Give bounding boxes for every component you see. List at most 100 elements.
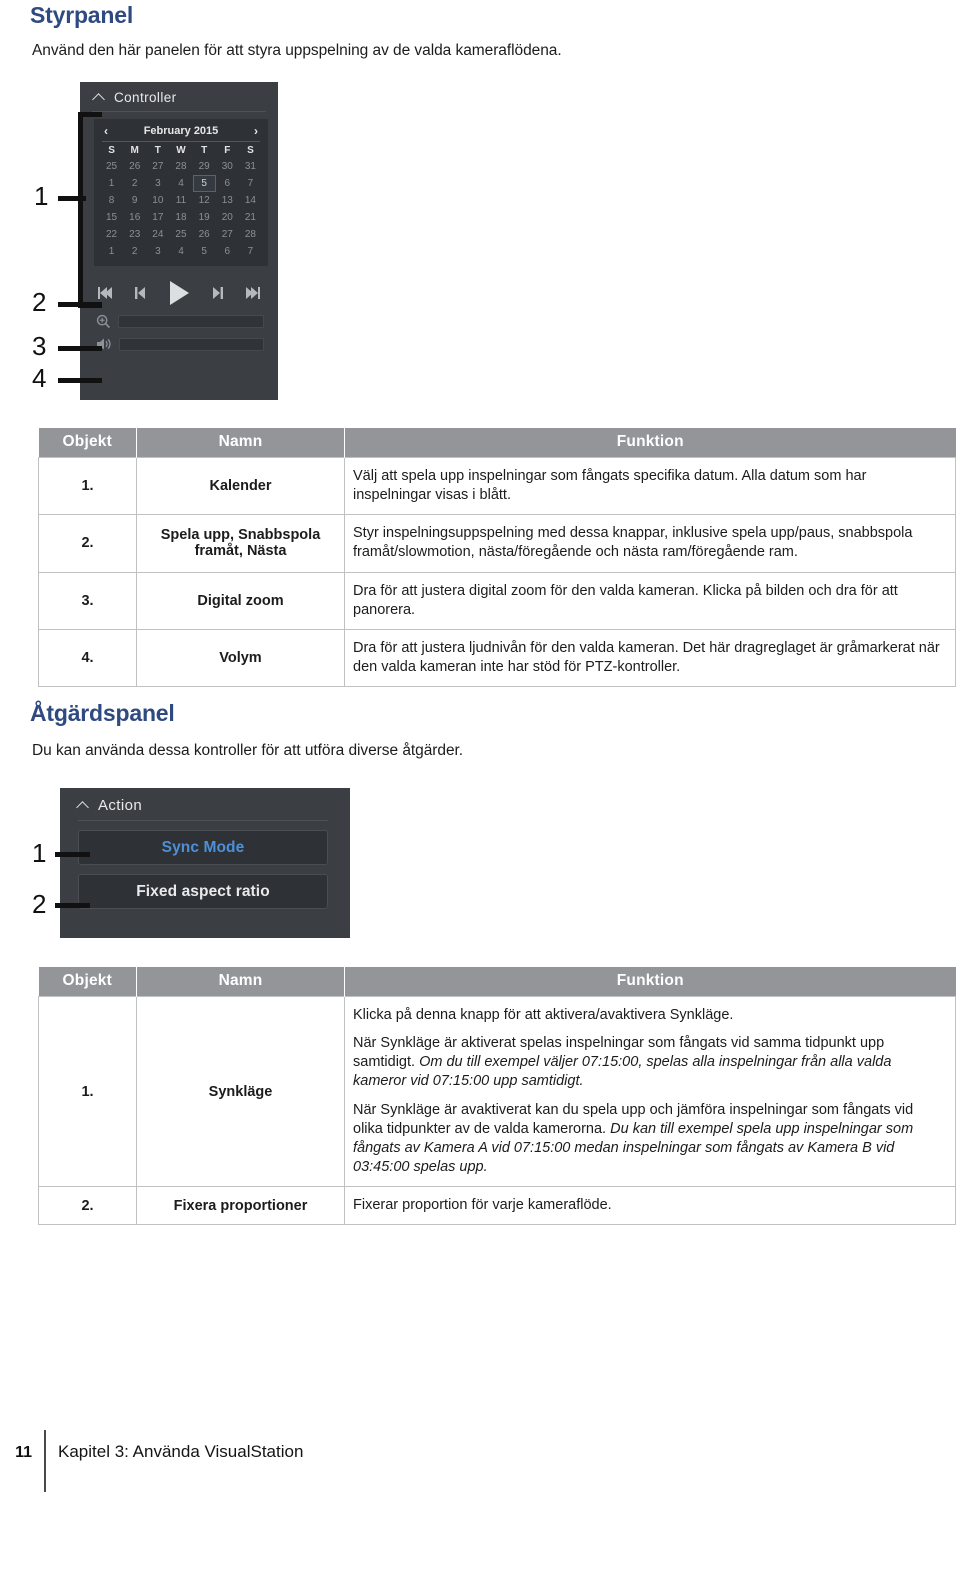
calendar-day-cell[interactable]: 12 [193, 192, 216, 209]
calendar-day-cell[interactable]: 22 [100, 226, 123, 243]
footer-divider [44, 1430, 46, 1492]
calendar-week-row: 1234567 [100, 243, 262, 260]
calendar-day-cell[interactable]: 1 [100, 243, 123, 260]
body-text: Dra för att justera digital zoom för den… [353, 582, 898, 618]
calendar-day-cell[interactable]: 23 [123, 226, 146, 243]
cell-item-number: 1. [38, 996, 137, 1187]
cell-item-number: 4. [38, 628, 137, 688]
calendar-day-cell[interactable]: 15 [100, 209, 123, 226]
callout-bracket-1 [78, 112, 102, 308]
calendar-next-month-button[interactable]: › [254, 125, 258, 137]
previous-frame-icon[interactable] [135, 287, 146, 299]
next-frame-icon[interactable] [212, 287, 223, 299]
calendar-day-cell[interactable]: 31 [239, 158, 262, 175]
table-row: 2. Spela upp, Snabbspola framåt, Nästa Sty… [38, 514, 956, 573]
calendar-day-cell[interactable]: 25 [169, 226, 192, 243]
footer-chapter-text: Kapitel 3: Använda VisualStation [58, 1442, 304, 1461]
controller-panel-header: Controller [80, 82, 278, 111]
calendar-day-cell[interactable]: 28 [169, 158, 192, 175]
play-icon[interactable] [167, 280, 191, 306]
calendar-day-cell[interactable]: 4 [169, 243, 192, 260]
calendar-day-cell[interactable]: 7 [239, 175, 262, 192]
calendar-day-cell[interactable]: 25 [100, 158, 123, 175]
cell-item-number: 1. [38, 456, 137, 516]
calendar-divider [102, 141, 260, 142]
digital-zoom-slider[interactable] [118, 315, 264, 328]
calendar-day-cell[interactable]: 28 [239, 226, 262, 243]
function-paragraph: Klicka på denna knapp för att aktivera/a… [353, 1006, 947, 1025]
cell-item-number: 2. [38, 514, 137, 573]
fixed-aspect-ratio-button[interactable]: Fixed aspect ratio [78, 874, 328, 909]
cell-item-name: Kalender [136, 456, 345, 516]
body-text: Klicka på denna knapp för att aktivera/a… [353, 1007, 734, 1023]
calendar-day-cell[interactable]: 26 [193, 226, 216, 243]
calendar-day-cell[interactable]: 2 [123, 175, 146, 192]
calendar-day-cell[interactable]: 16 [123, 209, 146, 226]
callout-number-1: 1 [34, 181, 49, 211]
digital-zoom-slider-row [80, 310, 278, 333]
calendar-week-row: 25 26 27 28 29 30 31 [100, 158, 262, 175]
calendar-weekday-6: S [247, 145, 254, 156]
callout-line-action-2 [55, 903, 90, 908]
table-row: 1. Synkläge Klicka på denna knapp för att … [38, 996, 956, 1187]
calendar-day-cell[interactable]: 29 [193, 158, 216, 175]
table-header-objekt: Objekt [38, 428, 137, 458]
calendar-day-cell[interactable]: 3 [146, 243, 169, 260]
calendar-day-cell[interactable]: 4 [169, 175, 192, 192]
callout-line-3 [58, 346, 102, 351]
calendar-day-cell[interactable]: 5 [193, 243, 216, 260]
action-panel-screenshot: Action Sync Mode Fixed aspect ratio [60, 788, 350, 938]
callout-line-2 [58, 302, 102, 307]
calendar-prev-month-button[interactable]: ‹ [104, 125, 108, 137]
calendar-day-cell[interactable]: 27 [216, 226, 239, 243]
table-header-row: Objekt Namn Funktion [38, 428, 956, 458]
calendar-day-cell[interactable]: 9 [123, 192, 146, 209]
calendar-day-cell[interactable]: 10 [146, 192, 169, 209]
emphasis-text: Om du till exempel väljer 07:15:00, spel… [353, 1054, 892, 1090]
calendar-grid: SMTWTFS 25 26 27 28 29 30 31 1 2 3 4 5 6 7 8 9 10 11 12 13 1… [100, 144, 262, 260]
calendar-widget[interactable]: ‹ February 2015 › SMTWTFS 25 26 27 28 29 30 31… [94, 119, 268, 266]
chevron-up-icon[interactable] [94, 92, 105, 103]
calendar-day-cell[interactable]: 3 [146, 175, 169, 192]
calendar-day-cell[interactable]: 8 [100, 192, 123, 209]
calendar-day-cell[interactable]: 14 [239, 192, 262, 209]
calendar-day-cell[interactable]: 24 [146, 226, 169, 243]
calendar-day-cell[interactable]: 13 [216, 192, 239, 209]
table-header-row: Objekt Namn Funktion [38, 967, 956, 997]
calendar-day-cell[interactable]: 27 [146, 158, 169, 175]
callout-number-2: 2 [32, 287, 47, 317]
calendar-day-cell[interactable]: 6 [216, 175, 239, 192]
chevron-up-icon[interactable] [78, 800, 89, 811]
callout-line-action-1 [55, 852, 90, 857]
calendar-day-cell[interactable]: 20 [216, 209, 239, 226]
table-row: 1. Kalender Välj att spela upp inspelninga… [38, 456, 956, 516]
callout-line-1 [58, 196, 86, 201]
calendar-day-cell[interactable]: 6 [216, 243, 239, 260]
body-text: Välj att spela upp inspelningar som fång… [353, 468, 867, 504]
calendar-day-cell[interactable]: 26 [123, 158, 146, 175]
function-paragraph: När Synkläge är avaktiverat kan du spela… [353, 1101, 947, 1178]
controller-panel-screenshot: Controller ‹ February 2015 › SMTWTFS 25 2… [80, 82, 278, 400]
function-paragraph: Dra för att justera ljudnivån för den va… [353, 639, 947, 677]
calendar-day-cell[interactable]: 1 [100, 175, 123, 192]
table-row: 2. Fixera proportioner Fixerar proportion … [38, 1185, 956, 1226]
volume-slider[interactable] [119, 337, 264, 351]
page-footer: 11 Kapitel 3: Använda VisualStation [0, 1430, 960, 1492]
calendar-day-cell[interactable]: 11 [169, 192, 192, 209]
cell-item-name: Fixera proportioner [136, 1185, 345, 1226]
calendar-day-cell-selected[interactable]: 5 [192, 175, 216, 192]
calendar-day-cell[interactable]: 17 [146, 209, 169, 226]
body-text: Fixerar proportion för varje kameraflöde… [353, 1197, 612, 1213]
calendar-day-cell[interactable]: 18 [169, 209, 192, 226]
calendar-day-cell[interactable]: 21 [239, 209, 262, 226]
cell-item-function: Dra för att justera digital zoom för den… [344, 571, 956, 630]
calendar-day-cell[interactable]: 30 [216, 158, 239, 175]
calendar-weekday-4: T [201, 145, 208, 156]
skip-to-end-icon[interactable] [244, 287, 260, 299]
sync-mode-button[interactable]: Sync Mode [78, 830, 328, 865]
calendar-day-cell[interactable]: 19 [193, 209, 216, 226]
cell-item-name: Spela upp, Snabbspola framåt, Nästa [136, 514, 345, 573]
zoom-in-icon [96, 314, 111, 329]
calendar-day-cell[interactable]: 7 [239, 243, 262, 260]
calendar-day-cell[interactable]: 2 [123, 243, 146, 260]
